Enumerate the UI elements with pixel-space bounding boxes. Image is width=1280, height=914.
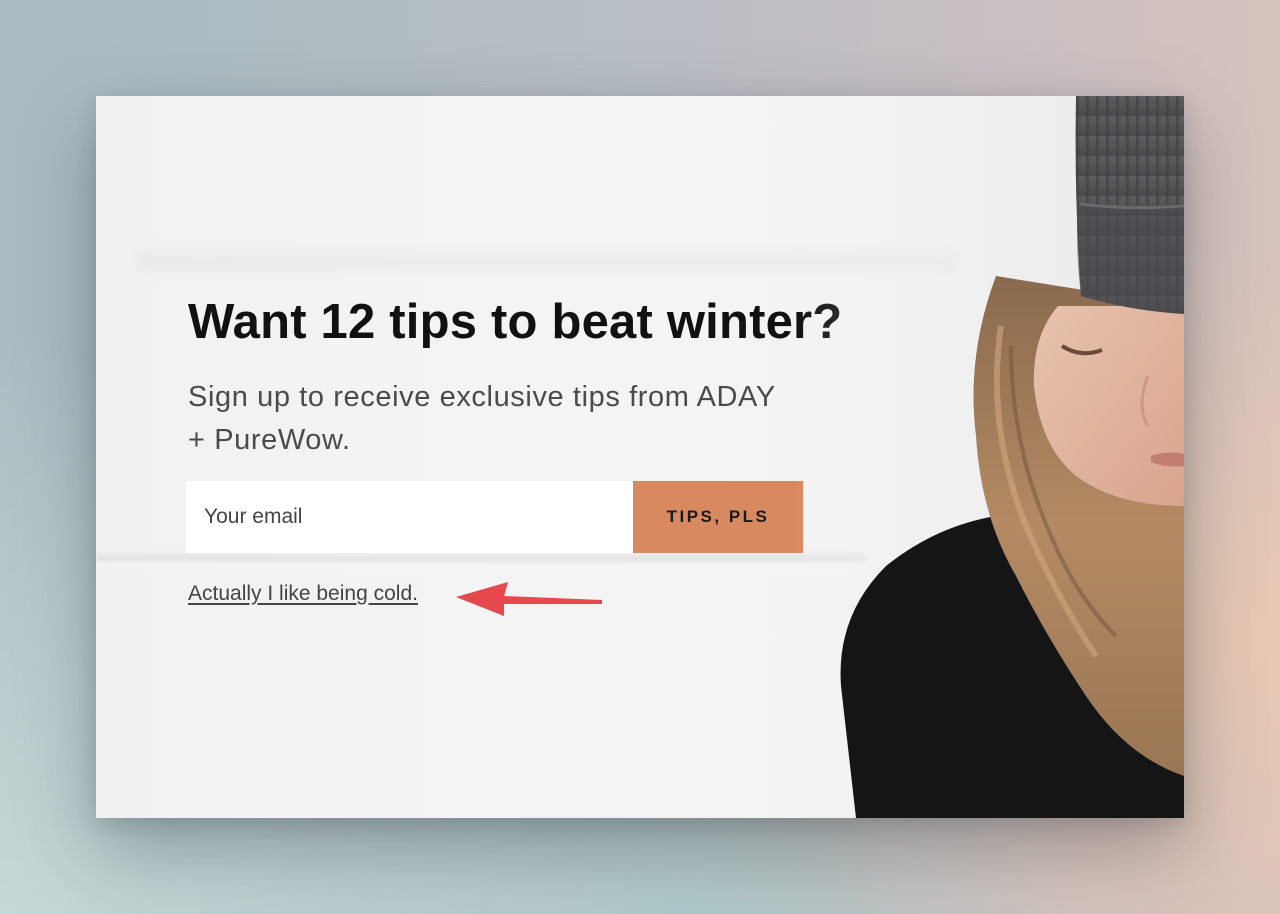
popup-headline: Want 12 tips to beat winter?	[188, 295, 843, 349]
signup-form: TIPS, PLS	[186, 481, 803, 553]
arrow-left-icon	[456, 582, 602, 616]
decline-link[interactable]: Actually I like being cold.	[188, 582, 418, 606]
submit-button[interactable]: TIPS, PLS	[633, 481, 803, 553]
popup-subtext: Sign up to receive exclusive tips from A…	[188, 381, 776, 456]
signup-popup: Want 12 tips to beat winter? Sign up to …	[96, 96, 1184, 818]
email-input[interactable]	[186, 481, 633, 553]
woman-in-beanie-photo	[796, 96, 1184, 818]
snow-ridge	[96, 552, 866, 570]
